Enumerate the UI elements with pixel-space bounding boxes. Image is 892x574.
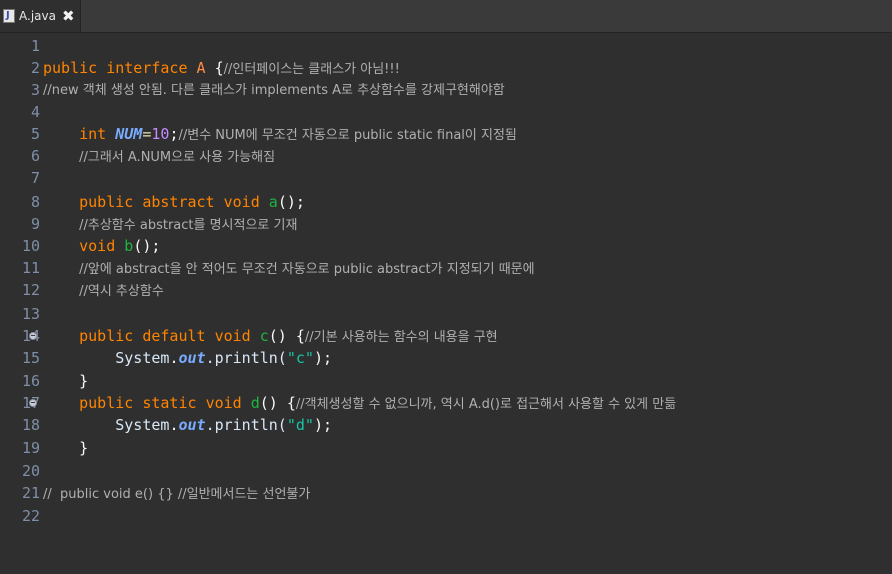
line-number: 13 bbox=[21, 305, 40, 323]
line-number: 4 bbox=[30, 103, 40, 121]
code-text: System.out.println("d"); bbox=[115, 416, 332, 434]
code-line: 15 System.out.println("c"); bbox=[0, 347, 332, 370]
line-number: 10 bbox=[21, 237, 40, 255]
code-text: } bbox=[79, 439, 89, 457]
fold-collapse-icon[interactable] bbox=[29, 399, 37, 407]
code-comment: // public void e() {} //일반메서드는 선언불가 bbox=[43, 487, 311, 502]
code-line: 1 bbox=[0, 35, 40, 58]
close-icon[interactable]: ✖ bbox=[62, 9, 75, 24]
code-line: 13 bbox=[0, 303, 40, 326]
code-line: 3 //new 객체 생성 안됨. 다른 클래스가 implements A로 … bbox=[0, 79, 505, 102]
code-line: 21 // public void e() {} //일반메서드는 선언불가 bbox=[0, 482, 310, 505]
code-line: 10 void b(); bbox=[0, 235, 160, 258]
code-comment: //new 객체 생성 안됨. 다른 클래스가 implements A로 추상… bbox=[43, 83, 505, 98]
line-number: 9 bbox=[30, 215, 40, 233]
code-line: 8 public abstract void a(); bbox=[0, 191, 305, 214]
code-line: 20 bbox=[0, 460, 40, 483]
java-file-icon: J bbox=[3, 9, 15, 23]
line-number: 5 bbox=[30, 125, 40, 143]
code-line: 17 public static void d() {//객체생성할 수 없으니… bbox=[0, 392, 676, 415]
code-line: 18 System.out.println("d"); bbox=[0, 414, 332, 437]
code-line: 16 } bbox=[0, 370, 88, 393]
line-number: 1 bbox=[30, 37, 40, 55]
line-number: 20 bbox=[21, 462, 40, 480]
code-line: 4 bbox=[0, 101, 40, 124]
line-number: 19 bbox=[21, 439, 40, 457]
code-line: 22 bbox=[0, 505, 40, 528]
code-text: //앞에 abstract을 안 적어도 무조건 자동으로 public abs… bbox=[79, 262, 535, 277]
line-number: 22 bbox=[21, 507, 40, 525]
line-number: 21 bbox=[21, 484, 40, 502]
line-number: 3 bbox=[30, 81, 40, 99]
line-number: 6 bbox=[30, 147, 40, 165]
code-line: 6 //그래서 A.NUM으로 사용 가능해짐 bbox=[0, 145, 275, 168]
line-number: 7 bbox=[30, 169, 40, 187]
code-line: 19 } bbox=[0, 437, 88, 460]
editor-tab-bar: J A.java ✖ bbox=[0, 0, 892, 33]
code-text: public default void c() {//기본 사용하는 함수의 내… bbox=[79, 327, 498, 345]
code-line: 11 //앞에 abstract을 안 적어도 무조건 자동으로 public … bbox=[0, 257, 535, 280]
code-line: 7 bbox=[0, 167, 40, 190]
line-number: 11 bbox=[21, 259, 40, 277]
line-number: 12 bbox=[21, 281, 40, 299]
code-text: } bbox=[79, 372, 89, 390]
code-line: 12 //역시 추상함수 bbox=[0, 279, 164, 302]
code-text: //추상함수 abstract를 명시적으로 기재 bbox=[79, 218, 298, 233]
code-text: //역시 추상함수 bbox=[79, 284, 164, 299]
line-number: 18 bbox=[21, 416, 40, 434]
code-text: System.out.println("c"); bbox=[115, 349, 332, 367]
code-line: 5 int NUM=10;//변수 NUM에 무조건 자동으로 public s… bbox=[0, 123, 517, 146]
code-line: 9 //추상함수 abstract를 명시적으로 기재 bbox=[0, 213, 297, 236]
code-text: public static void d() {//객체생성할 수 없으니까, … bbox=[79, 394, 677, 412]
code-editor[interactable]: 1 2 public interface A {//인터페이스는 클래스가 아님… bbox=[0, 33, 892, 544]
line-number: 8 bbox=[30, 193, 40, 211]
fold-collapse-icon[interactable] bbox=[29, 332, 37, 340]
code-line: 2 public interface A {//인터페이스는 클래스가 아님!!… bbox=[0, 57, 400, 80]
code-text: void b(); bbox=[79, 237, 161, 255]
code-text: public interface A {//인터페이스는 클래스가 아님!!! bbox=[43, 59, 400, 77]
code-text: int NUM=10;//변수 NUM에 무조건 자동으로 public sta… bbox=[79, 125, 517, 143]
tab-filename[interactable]: A.java bbox=[19, 9, 56, 23]
line-number: 16 bbox=[21, 372, 40, 390]
code-line: 14 public default void c() {//기본 사용하는 함수… bbox=[0, 325, 498, 348]
line-number: 2 bbox=[30, 59, 40, 77]
tab-a-java[interactable]: J A.java ✖ bbox=[0, 0, 81, 32]
line-number: 15 bbox=[21, 349, 40, 367]
code-text: //그래서 A.NUM으로 사용 가능해짐 bbox=[79, 150, 276, 165]
code-text: public abstract void a(); bbox=[79, 193, 305, 211]
